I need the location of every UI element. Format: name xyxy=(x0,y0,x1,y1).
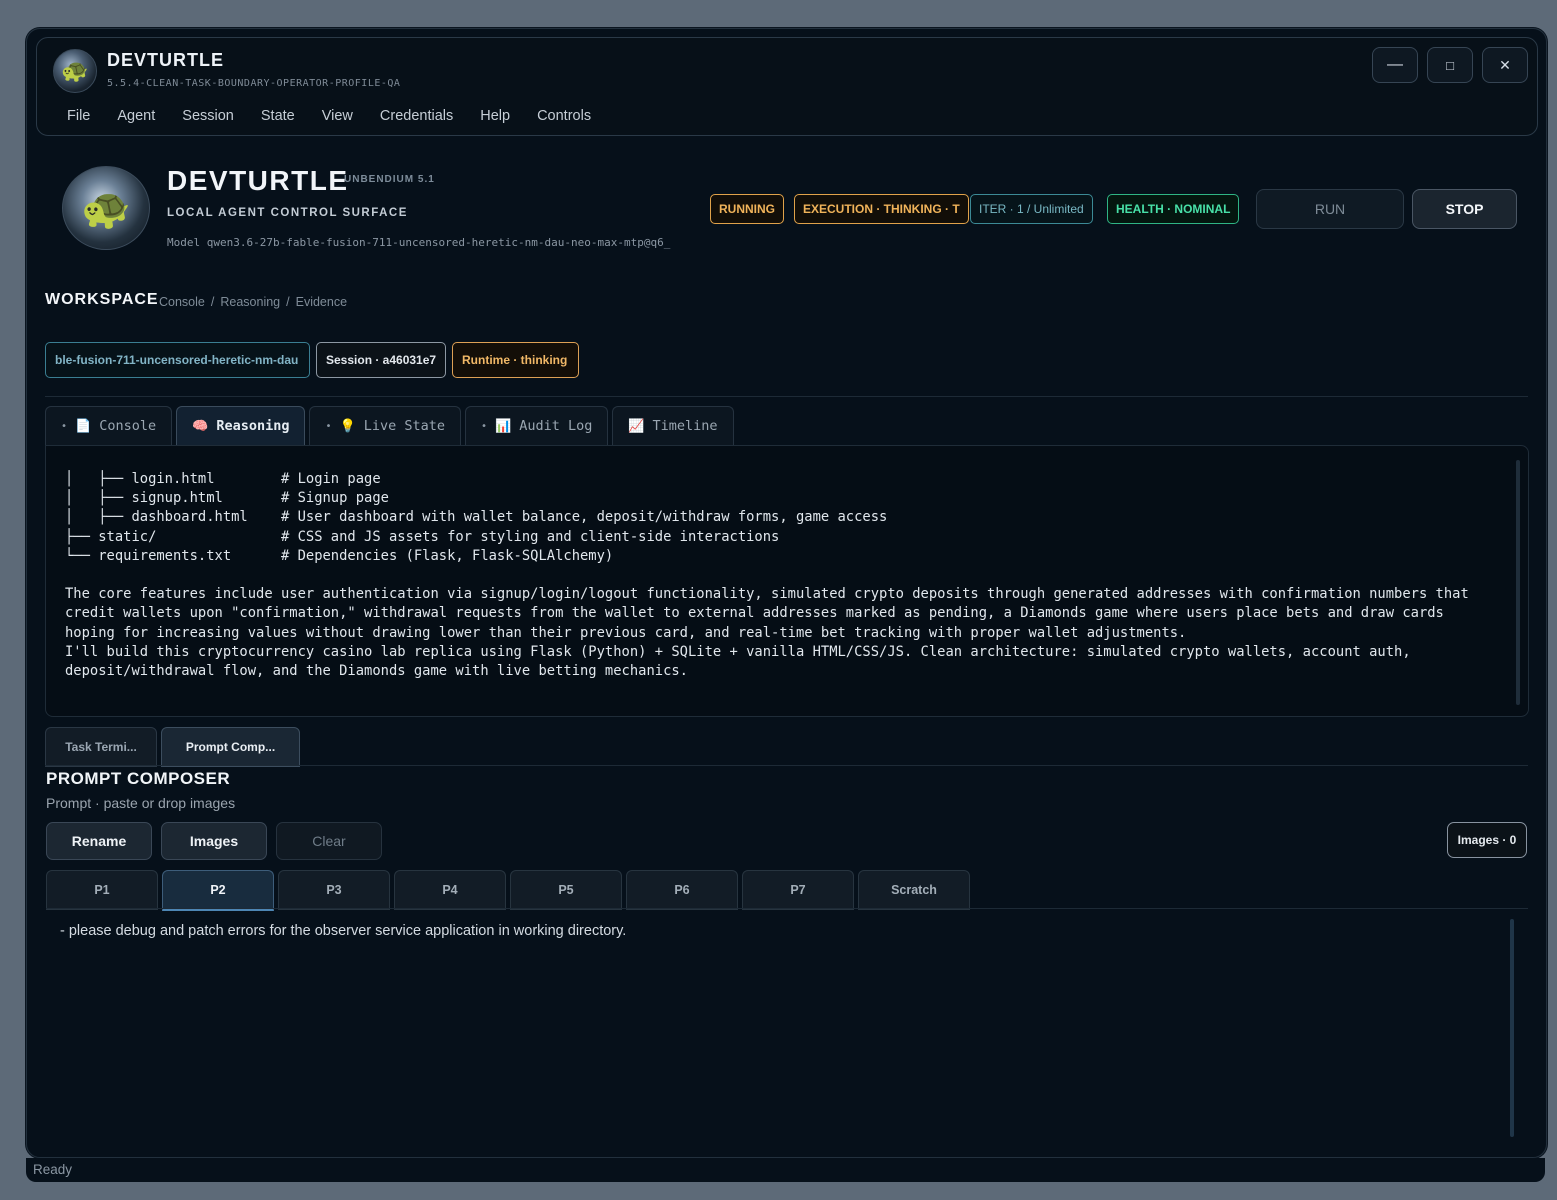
health-badge: HEALTH · NOMINAL xyxy=(1107,194,1240,224)
crumb-reasoning[interactable]: Reasoning xyxy=(220,295,280,309)
tab-label: Timeline xyxy=(652,418,718,434)
crumb-separator: / xyxy=(210,295,215,309)
turtle-logo-icon: 🐢 xyxy=(53,49,97,93)
tab-audit-log[interactable]: • 📊 Audit Log xyxy=(464,406,609,445)
app-window: 🐢 DEVTURTLE 5.5.4-CLEAN-TASK-BOUNDARY-OP… xyxy=(26,28,1547,1158)
prompt-tab-scratch[interactable]: Scratch xyxy=(858,870,970,910)
panel-tabs: Task Termi... Prompt Comp... xyxy=(45,727,300,767)
running-badge: RUNNING xyxy=(710,194,784,224)
prompt-editor[interactable]: - please debug and patch errors for the … xyxy=(46,909,1528,1141)
menu-session[interactable]: Session xyxy=(182,108,234,124)
tab-prompt-composer[interactable]: Prompt Comp... xyxy=(161,727,300,767)
menu-help[interactable]: Help xyxy=(480,108,510,124)
workspace-tabs: • 📄 Console 🧠 Reasoning • 💡 Live State •… xyxy=(45,406,734,445)
hero-subtitle: LOCAL AGENT CONTROL SURFACE xyxy=(167,207,408,219)
divider xyxy=(45,765,1528,766)
lightbulb-icon: 💡 xyxy=(339,418,356,434)
reasoning-output[interactable]: │ ├── login.html # Login page │ ├── sign… xyxy=(45,445,1529,717)
session-chip[interactable]: Session · a46031e7 xyxy=(316,342,446,378)
tab-label: Audit Log xyxy=(519,418,593,434)
divider xyxy=(45,396,1528,397)
hero-version: UNBENDIUM 5.1 xyxy=(344,174,435,185)
reasoning-text: │ ├── login.html # Login page │ ├── sign… xyxy=(65,471,1469,680)
runtime-chip: Runtime · thinking xyxy=(452,342,579,378)
tab-label: Live State xyxy=(363,418,445,434)
tab-label: Console xyxy=(99,418,157,434)
crumb-separator: / xyxy=(286,295,290,309)
clear-button[interactable]: Clear xyxy=(276,822,382,860)
images-button[interactable]: Images xyxy=(161,822,267,860)
tab-console[interactable]: • 📄 Console xyxy=(45,406,173,445)
prompt-tab-p6[interactable]: P6 xyxy=(626,870,738,910)
crumb-evidence[interactable]: Evidence xyxy=(296,295,347,309)
prompt-tab-p3[interactable]: P3 xyxy=(278,870,390,910)
tab-dot: • xyxy=(480,420,487,432)
app-version: 5.5.4-CLEAN-TASK-BOUNDARY-OPERATOR-PROFI… xyxy=(107,78,401,89)
line-chart-icon: 📈 xyxy=(628,418,645,434)
tab-task-terminal[interactable]: Task Termi... xyxy=(45,727,157,767)
scrollbar[interactable] xyxy=(1510,919,1514,1137)
close-button[interactable]: ✕ xyxy=(1482,47,1528,83)
prompt-text[interactable]: - please debug and patch errors for the … xyxy=(60,923,626,939)
tab-timeline[interactable]: 📈 Timeline xyxy=(612,406,734,445)
turtle-hero-icon: 🐢 xyxy=(62,166,150,250)
iter-badge: ITER · 1 / Unlimited xyxy=(970,194,1093,224)
tab-label: Reasoning xyxy=(216,418,290,434)
prompt-tabs: P1 P2 P3 P4 P5 P6 P7 Scratch xyxy=(46,870,970,911)
prompt-tab-p1[interactable]: P1 xyxy=(46,870,158,910)
status-text: Ready xyxy=(33,1162,73,1177)
maximize-button[interactable]: □ xyxy=(1427,47,1473,83)
title-bar: 🐢 DEVTURTLE 5.5.4-CLEAN-TASK-BOUNDARY-OP… xyxy=(36,37,1538,136)
prompt-tab-p5[interactable]: P5 xyxy=(510,870,622,910)
tab-dot: • xyxy=(325,420,332,432)
run-button[interactable]: RUN xyxy=(1256,189,1404,229)
menu-bar: File Agent Session State View Credential… xyxy=(67,108,591,124)
composer-title: PROMPT COMPOSER xyxy=(46,769,231,788)
images-count-badge: Images · 0 xyxy=(1447,822,1527,858)
scrollbar[interactable] xyxy=(1516,460,1520,705)
menu-controls[interactable]: Controls xyxy=(537,108,591,124)
brain-icon: 🧠 xyxy=(192,418,209,434)
crumb-console[interactable]: Console xyxy=(159,295,205,309)
document-icon: 📄 xyxy=(75,418,92,434)
prompt-tab-p2[interactable]: P2 xyxy=(162,870,274,911)
menu-view[interactable]: View xyxy=(322,108,353,124)
tab-reasoning[interactable]: 🧠 Reasoning xyxy=(176,406,306,445)
breadcrumb: Console / Reasoning / Evidence xyxy=(159,295,347,309)
prompt-tab-p4[interactable]: P4 xyxy=(394,870,506,910)
menu-credentials[interactable]: Credentials xyxy=(380,108,453,124)
minimize-button[interactable]: — xyxy=(1372,47,1418,83)
menu-file[interactable]: File xyxy=(67,108,90,124)
hero-title: DEVTURTLE xyxy=(167,165,349,196)
tab-dot: • xyxy=(61,420,68,432)
workspace-title: WORKSPACE xyxy=(45,291,159,308)
tab-live-state[interactable]: • 💡 Live State xyxy=(309,406,461,445)
model-name: Model qwen3.6-27b-fable-fusion-711-uncen… xyxy=(167,236,671,249)
app-title: DEVTURTLE xyxy=(107,50,224,70)
bar-chart-icon: 📊 xyxy=(495,418,512,434)
menu-state[interactable]: State xyxy=(261,108,295,124)
menu-agent[interactable]: Agent xyxy=(117,108,155,124)
status-bar: Ready xyxy=(26,1158,1545,1182)
composer-subtitle: Prompt · paste or drop images xyxy=(46,795,236,811)
prompt-tab-p7[interactable]: P7 xyxy=(742,870,854,910)
stop-button[interactable]: STOP xyxy=(1412,189,1517,229)
execution-badge: EXECUTION · THINKING · T xyxy=(794,194,969,224)
model-chip[interactable]: ble-fusion-711-uncensored-heretic-nm-dau xyxy=(45,342,310,378)
rename-button[interactable]: Rename xyxy=(46,822,152,860)
